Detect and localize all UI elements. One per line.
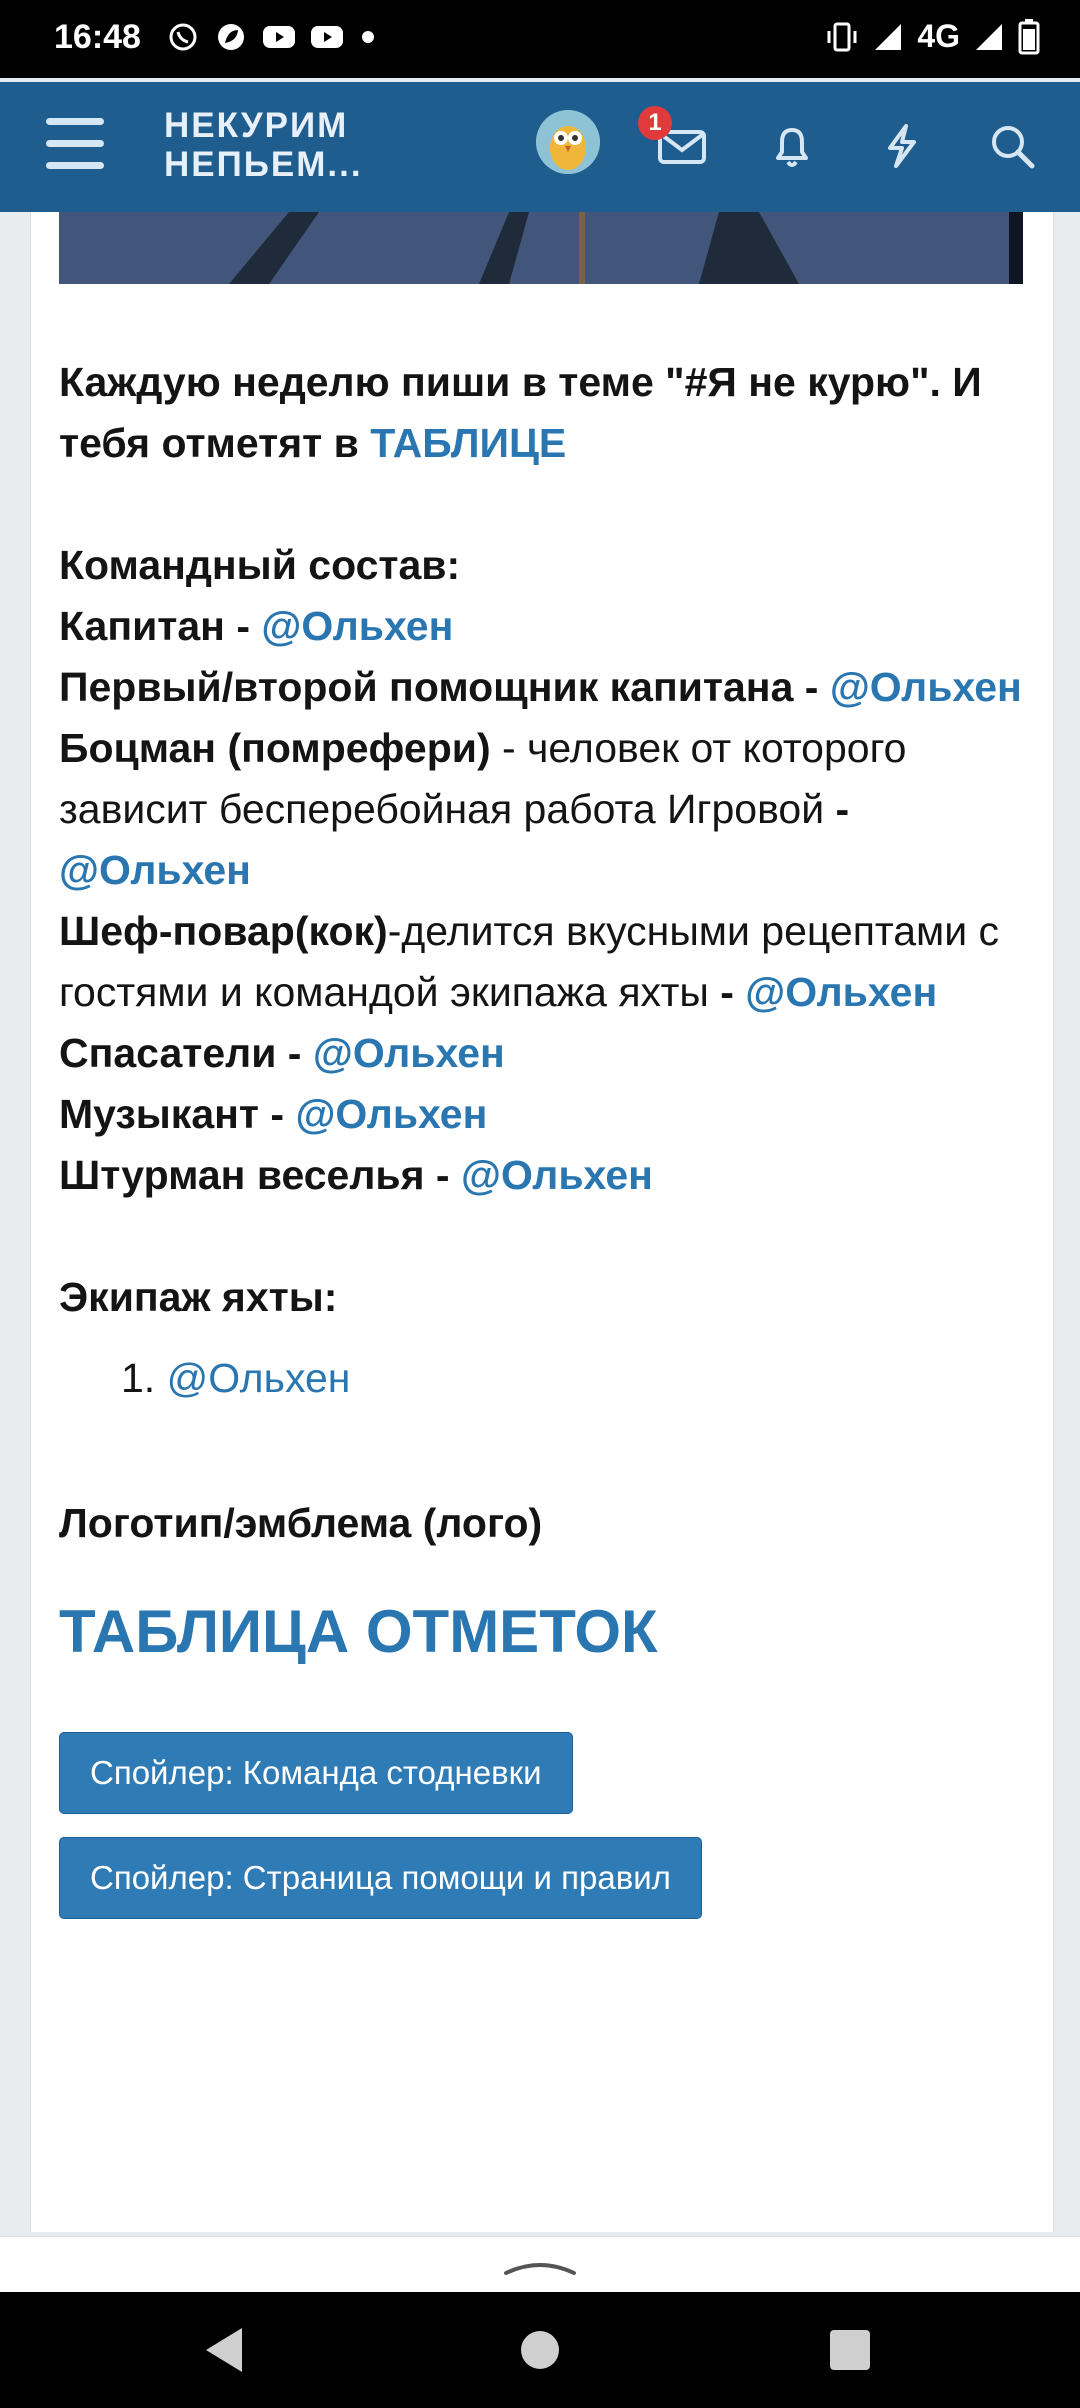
more-notifications-dot bbox=[362, 31, 374, 43]
leaf-icon bbox=[218, 24, 244, 50]
app-header: НЕКУРИМ НЕПЬЕМ... 1 bbox=[0, 82, 1080, 212]
role-label: Музыкант - bbox=[59, 1091, 285, 1137]
musician-line: Музыкант - @Ольхен bbox=[59, 1084, 1029, 1145]
crew-list-item: 1. @Ольхен bbox=[121, 1348, 1029, 1409]
battery-icon bbox=[1018, 18, 1040, 54]
role-label: Капитан - bbox=[59, 603, 250, 649]
back-icon[interactable] bbox=[200, 2324, 248, 2376]
home-icon[interactable] bbox=[518, 2328, 562, 2372]
navigator-line: Штурман веселья - @Ольхен bbox=[59, 1145, 1029, 1206]
role-dash: - bbox=[720, 969, 734, 1015]
user-avatar[interactable] bbox=[536, 110, 600, 174]
signal-icon bbox=[875, 23, 902, 50]
system-icons: 4G bbox=[825, 18, 1040, 55]
table-link[interactable]: ТАБЛИЦЕ bbox=[370, 420, 566, 466]
logo-line-2: НЕПЬЕМ... bbox=[164, 145, 363, 184]
captain-line: Капитан - @Ольхен bbox=[59, 596, 1029, 657]
user-mention[interactable]: @Ольхен bbox=[313, 1030, 505, 1076]
post-card: Каждую неделю пиши в теме "#Я не курю". … bbox=[30, 212, 1054, 2232]
messages-badge: 1 bbox=[638, 106, 672, 140]
role-label: Штурман веселья - bbox=[59, 1152, 450, 1198]
recents-icon[interactable] bbox=[828, 2328, 872, 2372]
role-label: Первый/второй помощник капитана - bbox=[59, 664, 819, 710]
logo-heading: Логотип/эмблема (лого) bbox=[59, 1500, 543, 1546]
whatsapp-icon bbox=[169, 23, 197, 51]
notification-icons bbox=[166, 22, 374, 52]
vibrate-icon bbox=[827, 22, 857, 51]
role-label: Спасатели - bbox=[59, 1030, 302, 1076]
role-dash: - bbox=[835, 786, 850, 832]
chef-line: Шеф-повар(кок)-делится вкусными рецептам… bbox=[59, 901, 1029, 1023]
bell-icon[interactable] bbox=[766, 120, 818, 172]
list-number: 1. bbox=[121, 1355, 156, 1401]
rescuers-line: Спасатели - @Ольхен bbox=[59, 1023, 1029, 1084]
user-mention[interactable]: @Ольхен bbox=[261, 603, 453, 649]
signal-icon bbox=[976, 23, 1002, 50]
bottom-sheet[interactable] bbox=[0, 2236, 1080, 2293]
user-mention[interactable]: @Ольхен bbox=[59, 847, 251, 893]
user-mention[interactable]: @Ольхен bbox=[830, 664, 1022, 710]
role-label: Боцман (помрефери) bbox=[59, 725, 491, 771]
bosun-line: Боцман (помрефери) - человек от которого… bbox=[59, 718, 1029, 901]
menu-icon[interactable] bbox=[46, 118, 104, 170]
user-mention[interactable]: @Ольхен bbox=[295, 1091, 487, 1137]
spoiler-help-button[interactable]: Спойлер: Страница помощи и правил bbox=[59, 1837, 702, 1919]
post-body: Каждую неделю пиши в теме "#Я не курю". … bbox=[59, 352, 1029, 1919]
chevron-up-icon[interactable] bbox=[500, 2251, 580, 2281]
post-image bbox=[59, 212, 1023, 284]
logo-line-1: НЕКУРИМ bbox=[164, 106, 349, 145]
user-mention[interactable]: @Ольхен bbox=[167, 1355, 351, 1401]
status-bar: 16:48 4G bbox=[0, 0, 1080, 78]
lightning-icon[interactable] bbox=[876, 120, 928, 172]
role-label: Шеф-повар(кок) bbox=[59, 908, 388, 954]
crew-heading: Экипаж яхты: bbox=[59, 1274, 338, 1320]
table-heading: ТАБЛИЦА ОТМЕТОК bbox=[59, 1598, 658, 1665]
status-time: 16:48 bbox=[54, 18, 141, 56]
user-mention[interactable]: @Ольхен bbox=[461, 1152, 653, 1198]
user-mention[interactable]: @Ольхен bbox=[745, 969, 937, 1015]
spoiler-team-button[interactable]: Спойлер: Команда стодневки bbox=[59, 1732, 573, 1814]
search-icon[interactable] bbox=[986, 120, 1038, 172]
assistant-line: Первый/второй помощник капитана - @Ольхе… bbox=[59, 657, 1029, 718]
intro-paragraph: Каждую неделю пиши в теме "#Я не курю". … bbox=[59, 352, 1029, 474]
team-heading: Командный состав: bbox=[59, 542, 461, 588]
site-logo[interactable]: НЕКУРИМ НЕПЬЕМ... bbox=[164, 106, 363, 184]
youtube-icon bbox=[311, 26, 343, 48]
avatar-owl-icon bbox=[536, 110, 600, 174]
youtube-icon bbox=[263, 26, 295, 48]
system-nav-bar bbox=[0, 2292, 1080, 2408]
network-type: 4G bbox=[917, 18, 960, 54]
